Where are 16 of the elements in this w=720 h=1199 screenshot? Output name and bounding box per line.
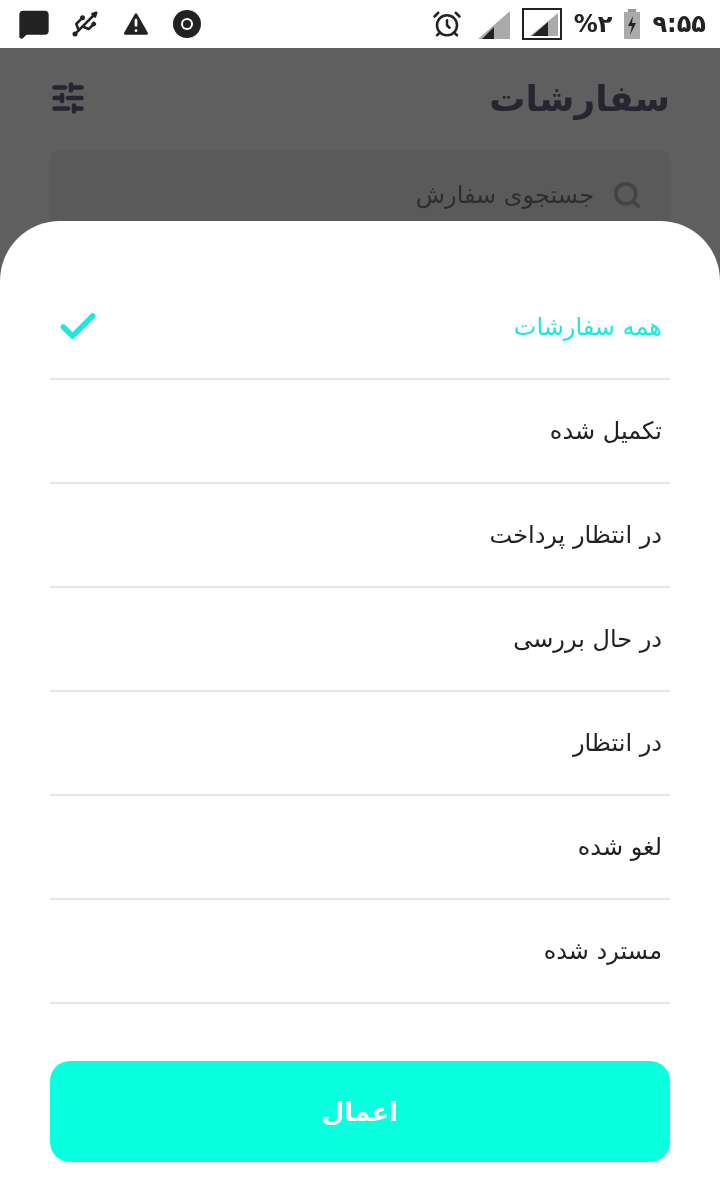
battery-icon: [624, 9, 641, 39]
message-icon: [18, 8, 50, 40]
browser-icon: [172, 9, 202, 39]
filter-option[interactable]: در انتظار پرداخت: [50, 484, 670, 588]
battery-percent: %۲: [573, 10, 613, 38]
filter-option[interactable]: مسترد شده: [50, 900, 670, 1004]
filter-option[interactable]: در حال بررسی: [50, 588, 670, 692]
filter-icon[interactable]: [50, 80, 86, 116]
alarm-icon: [431, 9, 462, 39]
filter-option[interactable]: لغو شده: [50, 796, 670, 900]
signal-icon: [521, 8, 562, 40]
filter-option[interactable]: تکمیل شده: [50, 380, 670, 484]
page-title: سفارشات: [489, 77, 670, 119]
usb-icon: [70, 9, 100, 39]
clock-time: ۹:۵۵: [652, 10, 706, 38]
filter-option[interactable]: در انتظار: [50, 692, 670, 796]
